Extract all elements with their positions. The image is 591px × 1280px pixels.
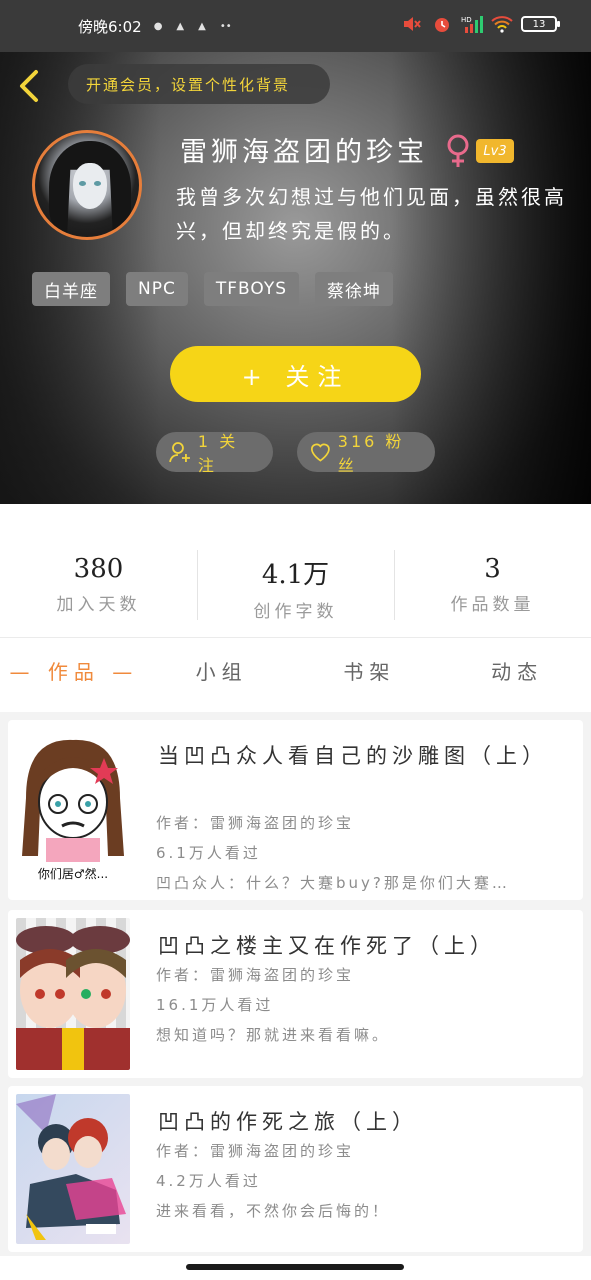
status-bar: 傍晚6:02 ● ▲ ▲ •• HD 13 [0,0,591,52]
tag[interactable]: 白羊座 [32,272,110,306]
profile-tabs: — 作品 — 小组 书架 动态 [0,648,591,698]
tab-bookshelf[interactable]: 书架 [296,648,444,698]
tab-activity[interactable]: 动态 [443,648,591,698]
tab-groups[interactable]: 小组 [148,648,296,698]
stat-join-days: 380 加入天数 [0,540,197,630]
notification-icon: ● [153,20,163,32]
stat-value: 4.1万 [261,560,330,590]
profile-header: 傍晚6:02 ● ▲ ▲ •• HD 13 开通会员，设置个性化背景 雷狮海盗团… [0,0,591,504]
status-time: 傍晚6:02 [78,17,142,36]
level-badge: Lv3 [476,139,514,163]
svg-text:HD: HD [461,16,472,24]
work-title: 凹凸的作死之旅（上） [158,1110,418,1134]
back-button[interactable] [14,66,44,106]
heart-icon [310,443,330,462]
stat-value: 380 [73,554,124,584]
fans-label: 316 粉丝 [337,432,405,475]
divider [0,637,591,638]
fans-button[interactable]: 316 粉丝 [297,432,435,475]
work-views: 4.2万人看过 [156,1172,261,1190]
work-card[interactable]: 你们居♂然... 当凹凸众人看自己的沙雕图（上） 作者：雷狮海盗团的珍宝 6.1… [8,720,583,900]
stat-works-count: 3 作品数量 [394,540,591,630]
work-title: 凹凸之楼主又在作死了（上） [158,934,496,958]
stat-label: 创作字数 [253,602,338,622]
mute-icon [401,14,423,34]
work-thumbnail [16,1094,130,1244]
back-arrow-icon [20,70,38,102]
following-label: 1 关注 [197,432,239,475]
tag[interactable]: NPC [126,272,188,306]
status-icons: HD 13 [401,14,560,34]
wifi-icon [491,14,513,34]
work-title: 当凹凸众人看自己的沙雕图（上） [158,744,548,768]
notification-icon: ▲ [198,20,206,32]
svg-text:你们居♂然...: 你们居♂然... [38,866,108,881]
battery-icon: 13 [521,16,560,32]
user-add-icon [169,442,190,463]
work-card[interactable]: 凹凸的作死之旅（上） 作者：雷狮海盗团的珍宝 4.2万人看过 进来看看，不然你会… [8,1086,583,1252]
stat-label: 加入天数 [56,595,141,615]
work-author: 作者：雷狮海盗团的珍宝 [156,814,355,832]
profile-stats: 380 加入天数 4.1万 创作字数 3 作品数量 [0,540,591,630]
work-views: 16.1万人看过 [156,996,274,1014]
work-author: 作者：雷狮海盗团的珍宝 [156,966,355,984]
username: 雷狮海盗团的珍宝 [180,137,428,168]
work-author: 作者：雷狮海盗团的珍宝 [156,1142,355,1160]
work-thumbnail: 你们居♂然... [16,728,130,882]
signal-icon: HD [461,14,483,34]
tag[interactable]: TFBOYS [203,272,299,306]
work-views: 6.1万人看过 [156,844,261,862]
work-card[interactable]: 凹凸之楼主又在作死了（上） 作者：雷狮海盗团的珍宝 16.1万人看过 想知道吗？… [8,910,583,1078]
header-shade-right [391,0,591,504]
tab-works[interactable]: — 作品 — [0,648,148,698]
more-notifications-icon: •• [219,20,232,32]
stat-label: 作品数量 [450,595,535,615]
follow-button[interactable]: + 关注 [170,346,421,402]
female-gender-icon [444,133,472,169]
alarm-icon [431,14,453,34]
work-summary: 凹凸众人：什么？大蹇buy?那是你们大蹇… [156,874,510,892]
user-bio: 我曾多次幻想过与他们见面，虽然很高兴，但却终究是假的。 [176,185,567,243]
tag[interactable]: 蔡徐坤 [315,272,393,306]
stat-word-count: 4.1万 创作字数 [197,540,394,630]
works-list: 你们居♂然... 当凹凸众人看自己的沙雕图（上） 作者：雷狮海盗团的珍宝 6.1… [0,712,591,1256]
stat-value: 3 [484,554,501,584]
avatar[interactable] [32,130,142,240]
user-tags: 白羊座 NPC TFBOYS 蔡徐坤 [32,272,393,306]
home-indicator[interactable] [186,1264,404,1270]
vip-background-prompt[interactable]: 开通会员，设置个性化背景 [68,64,330,104]
following-button[interactable]: 1 关注 [156,432,273,475]
work-summary: 想知道吗？那就进来看看嘛。 [156,1026,391,1044]
work-summary: 进来看看，不然你会后悔的！ [156,1202,391,1220]
work-thumbnail [16,918,130,1070]
notification-icon: ▲ [176,20,185,32]
